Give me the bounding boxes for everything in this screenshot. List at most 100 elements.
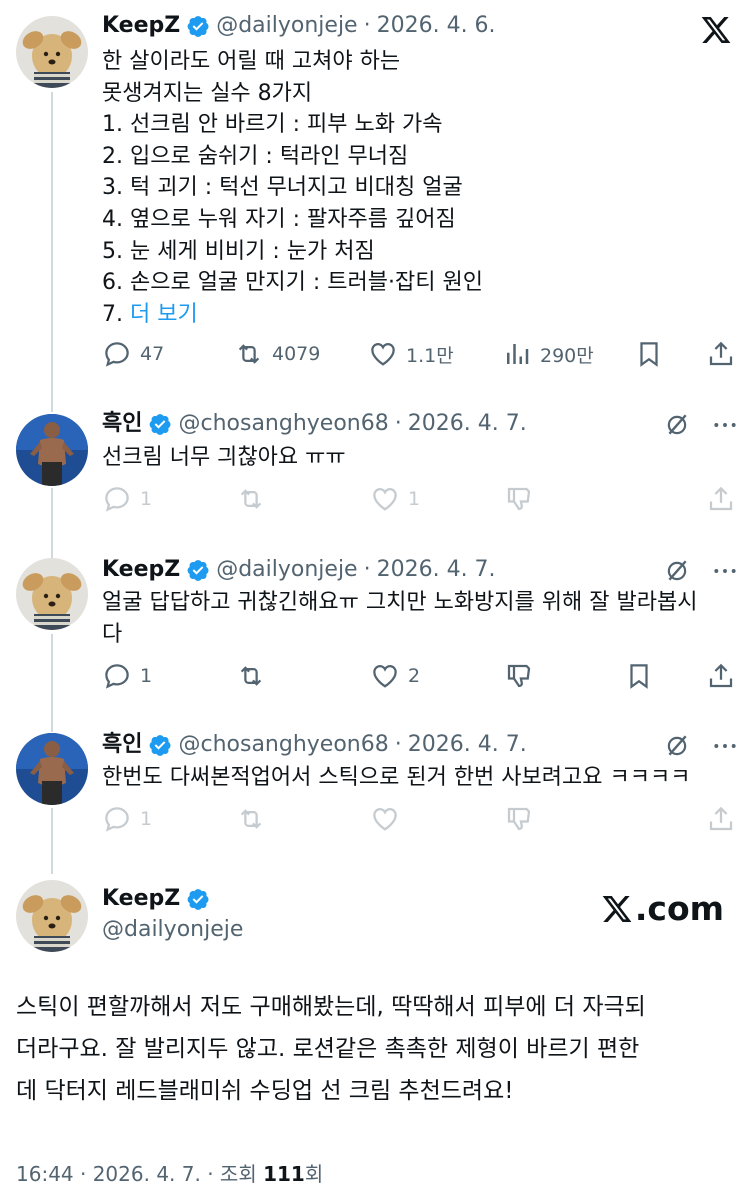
grok-icon[interactable]: [664, 558, 690, 584]
repost-icon: [240, 809, 262, 829]
post-menu: [664, 558, 738, 584]
repost-button[interactable]: [236, 661, 370, 691]
author-name[interactable]: KeepZ: [102, 886, 180, 911]
reply-count: 1: [140, 665, 153, 687]
action-bar: 1 2: [102, 659, 738, 693]
action-bar: 47 4079 1.1만 290만: [102, 337, 738, 371]
list-prefix: 7.: [102, 301, 130, 327]
brand-text: .com: [634, 889, 724, 928]
post-text: 한 살이라도 어릴 때 고쳐야 하는 못생겨지는 실수 8가지 1. 선크림 안…: [102, 46, 732, 330]
bookmark-icon: [630, 664, 648, 689]
repost-button[interactable]: 4079: [234, 339, 368, 369]
downvote-icon: [507, 487, 531, 511]
author-handle[interactable]: @chosanghyeon68: [178, 731, 388, 759]
like-button[interactable]: 2: [370, 661, 504, 691]
post-line: 선크림 너무 긔찮아요 ㅠㅠ: [102, 445, 346, 470]
post-line: 7. 더 보기: [102, 299, 732, 331]
like-button[interactable]: 1.1만: [368, 339, 502, 369]
author-handle[interactable]: @dailyonjeje: [102, 917, 243, 942]
repost-icon: [238, 344, 260, 364]
thread-post[interactable]: 흑인 @chosanghyeon68 · 2026. 4. 7. 선크림 너무 …: [0, 400, 752, 550]
verified-badge-icon: [187, 16, 209, 37]
author-name[interactable]: KeepZ: [102, 556, 180, 584]
card-line: 스틱이 편할까해서 저도 구매해봤는데, 딱딱해서 피부에 더 자극되: [16, 994, 646, 1020]
card-author-name[interactable]: KeepZ: [102, 886, 216, 911]
author-handle[interactable]: @chosanghyeon68: [178, 410, 388, 438]
bookmark-button[interactable]: [634, 339, 706, 369]
view-suffix: 회: [304, 1162, 324, 1186]
verified-badge-icon: [187, 888, 209, 910]
more-icon[interactable]: [712, 412, 738, 438]
post-header: 흑인 @chosanghyeon68 · 2026. 4. 7.: [102, 731, 527, 759]
avatar[interactable]: [16, 414, 88, 486]
avatar[interactable]: [16, 880, 88, 952]
repost-icon: [240, 666, 262, 686]
avatar[interactable]: [16, 16, 88, 88]
post-header: KeepZ @dailyonjeje · 2026. 4. 6.: [102, 12, 496, 40]
grok-icon[interactable]: [664, 412, 690, 438]
reply-icon: [105, 487, 129, 512]
post-meta-footer: 16:44 · 2026. 4. 7. · 조회 111회: [16, 1158, 323, 1187]
card-line: 데 닥터지 레드블래미쉬 수딩업 선 크림 추천드려요!: [16, 1078, 514, 1104]
more-icon[interactable]: [712, 733, 738, 759]
share-icon: [709, 341, 733, 366]
author-handle[interactable]: @dailyonjeje: [216, 556, 357, 584]
separator-dot: ·: [394, 411, 402, 436]
reply-icon: [105, 664, 129, 689]
reply-count: 47: [140, 343, 165, 365]
repost-count: 4079: [272, 343, 321, 365]
like-button[interactable]: [370, 804, 504, 834]
avatar[interactable]: [16, 733, 88, 805]
grok-icon[interactable]: [664, 733, 690, 759]
views-button[interactable]: 290만: [502, 339, 634, 369]
post-menu: [664, 412, 738, 438]
reply-button[interactable]: 1: [102, 484, 236, 514]
post-timestamp[interactable]: 16:44 · 2026. 4. 7. · 조회: [16, 1162, 263, 1186]
post-date[interactable]: 2026. 4. 7.: [408, 410, 527, 438]
like-button[interactable]: 1: [370, 484, 504, 514]
downvote-button[interactable]: [504, 661, 624, 691]
show-more-link[interactable]: 더 보기: [130, 302, 198, 327]
reply-button[interactable]: 1: [102, 804, 236, 834]
author-handle[interactable]: @dailyonjeje: [216, 12, 357, 40]
card-line: 더라구요. 잘 발리지두 않고. 로션같은 촉촉한 제형이 바르기 편한: [16, 1036, 640, 1062]
repost-button[interactable]: [236, 484, 370, 514]
thread-post[interactable]: KeepZ @dailyonjeje · 2026. 4. 6. 한 살이라도 …: [0, 0, 752, 400]
views-count: 290만: [540, 344, 594, 367]
post-line: 한번도 다써본적업어서 스틱으로 된거 한번 사보려고요 ㅋㅋㅋㅋ: [102, 765, 691, 790]
reply-button[interactable]: 1: [102, 661, 236, 691]
reply-icon: [105, 342, 129, 367]
separator-dot: ·: [394, 732, 402, 757]
x-brand-watermark: .com: [601, 889, 724, 928]
post-text: 얼굴 답답하고 귀찮긴해요ㅠ 그치만 노화방지를 위해 잘 발라봅시 다: [102, 587, 732, 650]
downvote-button[interactable]: [504, 804, 706, 834]
author-name[interactable]: 흑인: [102, 410, 142, 438]
post-date[interactable]: 2026. 4. 7.: [377, 556, 496, 584]
more-icon[interactable]: [712, 558, 738, 584]
like-icon: [373, 665, 397, 688]
avatar[interactable]: [16, 558, 88, 630]
like-count: 1.1만: [406, 344, 454, 367]
post-text: 선크림 너무 긔찮아요 ㅠㅠ: [102, 442, 732, 474]
like-count: 2: [408, 665, 421, 687]
post-date[interactable]: 2026. 4. 6.: [377, 12, 496, 40]
share-button[interactable]: [706, 661, 736, 691]
view-count: 111: [263, 1162, 305, 1186]
post-date[interactable]: 2026. 4. 7.: [408, 731, 527, 759]
share-button[interactable]: [706, 484, 736, 514]
thread-post[interactable]: 흑인 @chosanghyeon68 · 2026. 4. 7. 한번도 다써본…: [0, 725, 752, 845]
bookmark-button[interactable]: [624, 661, 706, 691]
like-icon: [373, 808, 397, 831]
thread-post[interactable]: KeepZ @dailyonjeje · 2026. 4. 7. 얼굴 답답하고…: [0, 550, 752, 725]
share-button[interactable]: [706, 804, 736, 834]
post-line: 6. 손으로 얼굴 만지기 : 트러블·잡티 원인: [102, 270, 483, 296]
repost-button[interactable]: [236, 804, 370, 834]
author-name[interactable]: KeepZ: [102, 12, 180, 40]
views-icon: [507, 344, 529, 364]
reply-button[interactable]: 47: [102, 339, 234, 369]
share-button[interactable]: [706, 339, 736, 369]
downvote-button[interactable]: [504, 484, 706, 514]
card-text: 스틱이 편할까해서 저도 구매해봤는데, 딱딱해서 피부에 더 자극되 더라구요…: [16, 986, 736, 1112]
post-line: 한 살이라도 어릴 때 고쳐야 하는: [102, 49, 401, 74]
author-name[interactable]: 흑인: [102, 731, 142, 759]
